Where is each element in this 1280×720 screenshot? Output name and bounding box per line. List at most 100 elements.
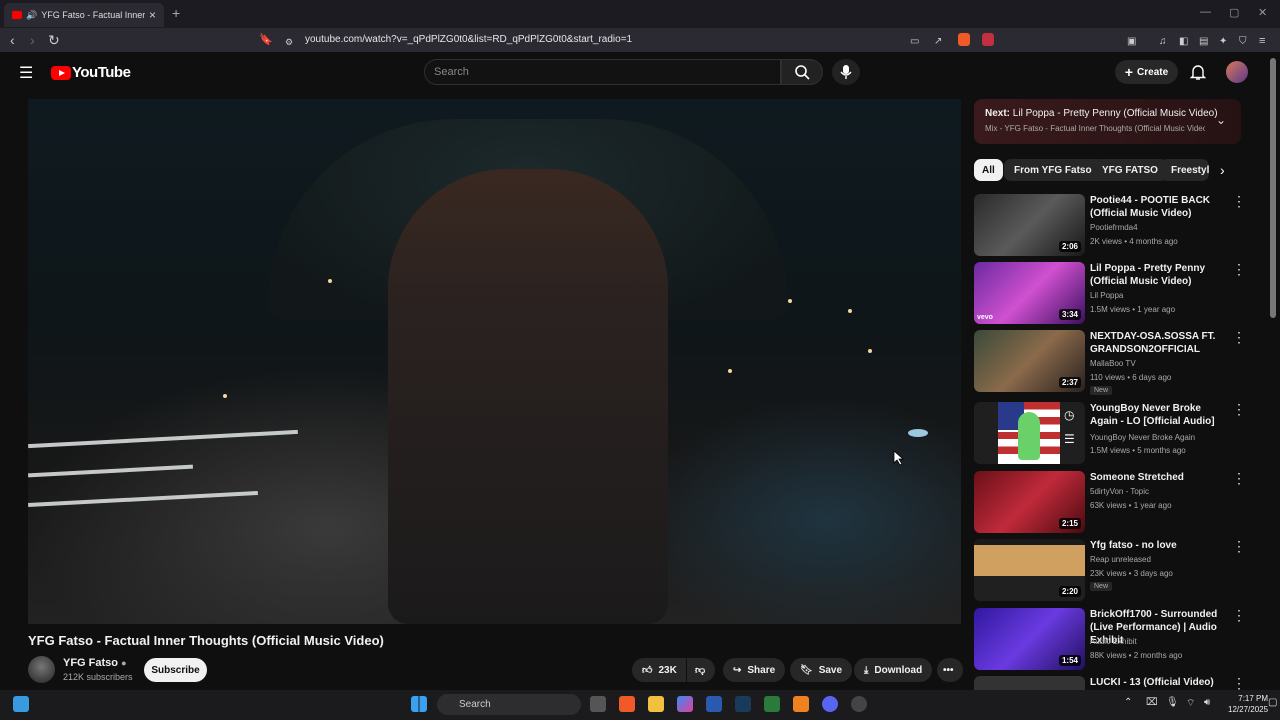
dislike-button[interactable]: 👎︎: [687, 658, 715, 682]
recommendation-channel[interactable]: MallaBoo TV: [1090, 359, 1136, 368]
task-view-icon[interactable]: [590, 696, 606, 712]
menu-icon[interactable]: ≡: [1259, 33, 1265, 49]
new-tab-button[interactable]: +: [172, 5, 180, 21]
voice-search-button[interactable]: [832, 59, 860, 85]
youtube-logo-text[interactable]: YouTube: [72, 64, 131, 81]
video-thumbnail[interactable]: 2:37: [974, 330, 1085, 392]
more-vertical-icon[interactable]: ⋮: [1232, 330, 1246, 344]
watch-later-icon[interactable]: ◷: [1064, 408, 1074, 422]
search-input[interactable]: Search: [424, 59, 781, 85]
recommendation-title[interactable]: Yfg fatso - no love: [1090, 539, 1224, 552]
microphone-tray-icon[interactable]: 🎙︎: [1166, 697, 1179, 708]
windows-start-icon[interactable]: [411, 696, 427, 712]
forward-icon[interactable]: ›: [30, 32, 35, 48]
recommendation-title[interactable]: NEXTDAY-OSA.SOSSA FT. GRANDSON2OFFICIAL: [1090, 330, 1224, 356]
recommendation-channel[interactable]: Reap unreleased: [1090, 555, 1151, 564]
minimize-button[interactable]: —: [1200, 6, 1211, 18]
close-tab-icon[interactable]: ×: [149, 8, 156, 22]
notifications-bell-icon[interactable]: [1190, 63, 1206, 81]
subscribe-button[interactable]: Subscribe: [144, 658, 207, 682]
chip-all[interactable]: All: [974, 159, 1003, 181]
add-to-queue-icon[interactable]: ☰: [1064, 432, 1075, 446]
steam-icon[interactable]: [735, 696, 751, 712]
search-button[interactable]: [781, 59, 823, 85]
recommendation-item[interactable]: 3:34 vevo Lil Poppa - Pretty Penny (Offic…: [974, 262, 1264, 326]
video-thumbnail[interactable]: ◷ ☰: [974, 402, 1085, 464]
address-bar[interactable]: youtube.com/watch?v=_qPdPlZG0t0&list=RD_…: [305, 34, 632, 45]
app-icon[interactable]: [851, 696, 867, 712]
leo-ai-icon[interactable]: ✦: [1219, 34, 1227, 50]
more-vertical-icon[interactable]: ⋮: [1232, 402, 1246, 416]
taskbar-search[interactable]: Search: [437, 694, 581, 715]
more-actions-button[interactable]: •••: [937, 658, 963, 682]
file-explorer-icon[interactable]: [648, 696, 664, 712]
more-vertical-icon[interactable]: ⋮: [1232, 471, 1246, 485]
chip-yfg-fatso[interactable]: YFG FATSO: [1092, 159, 1168, 181]
recommendation-title[interactable]: LUCKI - 13 (Official Video): [1090, 676, 1224, 689]
brave-browser-icon[interactable]: [619, 696, 635, 712]
hamburger-menu-icon[interactable]: ☰: [19, 63, 33, 83]
recommendation-title[interactable]: Lil Poppa - Pretty Penny (Official Music…: [1090, 262, 1224, 288]
more-vertical-icon[interactable]: ⋮: [1232, 608, 1246, 622]
chip-from-channel[interactable]: From YFG Fatso: [1004, 159, 1102, 181]
video-thumbnail[interactable]: 2:15: [974, 471, 1085, 533]
recommendation-item[interactable]: 2:20 Yfg fatso - no love Reap unreleased…: [974, 539, 1264, 603]
close-window-button[interactable]: ✕: [1258, 6, 1267, 19]
channel-name[interactable]: YFG Fatso ●: [63, 657, 127, 669]
video-thumbnail[interactable]: 2:06: [974, 194, 1085, 256]
site-info-icon[interactable]: ⚙: [285, 34, 293, 50]
wallet-icon[interactable]: ▤: [1199, 34, 1208, 50]
video-thumbnail[interactable]: 2:20: [974, 539, 1085, 601]
like-button[interactable]: 👍︎ 23K: [632, 658, 686, 682]
bookmark-icon[interactable]: 🔖: [259, 32, 273, 48]
speaker-icon[interactable]: 🔊: [26, 10, 37, 21]
page-scrollbar[interactable]: [1270, 58, 1276, 318]
recommendation-title[interactable]: YoungBoy Never Broke Again - LO [Officia…: [1090, 402, 1224, 428]
chevron-right-icon[interactable]: ›: [1220, 162, 1225, 178]
copilot-icon[interactable]: [677, 696, 693, 712]
account-avatar[interactable]: [1226, 61, 1248, 83]
discord-icon[interactable]: [822, 696, 838, 712]
youtube-logo-icon[interactable]: [51, 66, 71, 80]
maximize-button[interactable]: ▢: [1229, 6, 1239, 19]
chevron-down-icon[interactable]: ⌄: [1216, 113, 1226, 127]
app-icon[interactable]: [793, 696, 809, 712]
recommendation-channel[interactable]: Audio Exhibit: [1090, 637, 1137, 646]
recommendation-channel[interactable]: 5dirtyVon - Topic: [1090, 487, 1149, 496]
recommendation-title[interactable]: Someone Stretched: [1090, 471, 1224, 484]
system-clock[interactable]: 7:17 PM 12/27/2025: [1228, 693, 1268, 715]
more-vertical-icon[interactable]: ⋮: [1232, 676, 1246, 690]
back-icon[interactable]: ‹: [10, 32, 15, 48]
recommendation-channel[interactable]: YoungBoy Never Broke Again: [1090, 433, 1195, 442]
recommendation-channel[interactable]: Pootiefrmda4: [1090, 223, 1138, 232]
reload-icon[interactable]: ↻: [48, 32, 60, 48]
up-next-banner[interactable]: [974, 99, 1241, 144]
video-player[interactable]: [28, 99, 961, 624]
cast-icon[interactable]: ▭: [910, 34, 919, 50]
save-button[interactable]: 🔖︎ Save: [790, 658, 853, 682]
rewards-icon[interactable]: [982, 33, 994, 46]
more-vertical-icon[interactable]: ⋮: [1232, 262, 1246, 276]
microsoft-store-icon[interactable]: [706, 696, 722, 712]
recommendation-item[interactable]: 1:54 BrickOff1700 - Surrounded (Live Per…: [974, 608, 1264, 672]
download-button[interactable]: ⤓ Download: [854, 658, 933, 682]
video-thumbnail[interactable]: 3:34 vevo: [974, 262, 1085, 324]
volume-icon[interactable]: 🔊︎: [1204, 697, 1210, 708]
channel-avatar[interactable]: [28, 656, 55, 683]
video-thumbnail[interactable]: 1:54: [974, 608, 1085, 670]
recommendation-item[interactable]: LUCKI - 13 (Official Video) ⋮: [974, 676, 1264, 690]
share-button[interactable]: ↪ Share: [723, 658, 786, 682]
recommendation-channel[interactable]: Lil Poppa: [1090, 291, 1123, 300]
widgets-icon[interactable]: [13, 696, 29, 712]
vpn-icon[interactable]: ⛉: [1239, 34, 1247, 50]
more-vertical-icon[interactable]: ⋮: [1232, 539, 1246, 553]
recommendation-item[interactable]: 2:06 Pootie44 - POOTIE BACK (Official Mu…: [974, 194, 1264, 258]
recommendation-item[interactable]: ◷ ☰ YoungBoy Never Broke Again - LO [Off…: [974, 402, 1264, 466]
browser-tab[interactable]: 🔊 YFG Fatso - Factual Inner Thoughts (Of…: [4, 3, 164, 27]
video-thumbnail[interactable]: [974, 676, 1085, 690]
chip-freestyle[interactable]: Freestyle: [1161, 159, 1209, 181]
recommendation-title[interactable]: Pootie44 - POOTIE BACK (Official Music V…: [1090, 194, 1224, 220]
chevron-up-icon[interactable]: ⌃: [1124, 697, 1132, 708]
recommendation-item[interactable]: 2:37 NEXTDAY-OSA.SOSSA FT. GRANDSON2OFFI…: [974, 330, 1264, 395]
reader-icon[interactable]: ◧: [1179, 34, 1188, 50]
